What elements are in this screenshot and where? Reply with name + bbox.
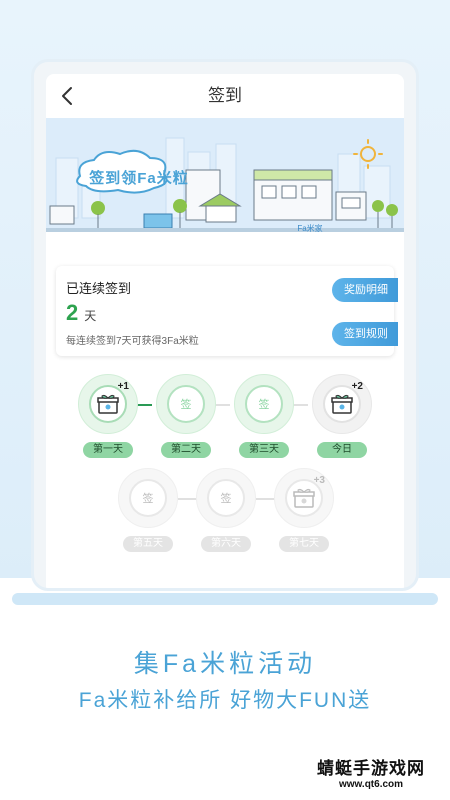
consecutive-label: 已连续签到	[66, 281, 132, 296]
app-screen: 签到 签到领Fa米粒 Fa米家 已连续签到 2 天 每连续签到7天可获得3Fa米…	[46, 74, 404, 588]
day-5-mark: 签	[129, 479, 167, 517]
promo-subheadline: Fa米粒补给所 好物大FUN送	[78, 689, 372, 712]
banner-headline: 签到领Fa米粒	[89, 169, 189, 187]
day-4-label: 今日	[317, 442, 367, 458]
day-6-badge: 签	[196, 468, 256, 528]
day-6-mark: 签	[207, 479, 245, 517]
chevron-left-icon	[62, 87, 72, 105]
reward-details-button[interactable]: 奖励明细	[332, 278, 398, 302]
day-1-bonus: +1	[117, 381, 129, 392]
days-count: 2	[66, 300, 79, 325]
days-count-row: 2 天	[66, 300, 96, 328]
day-3-badge: 签	[234, 374, 294, 434]
decorative-bar	[12, 593, 438, 605]
days-unit: 天	[84, 309, 97, 323]
day-2-label: 第二天	[161, 442, 211, 458]
gift-box-icon	[97, 394, 119, 414]
phone-frame: 签到 签到领Fa米粒 Fa米家 已连续签到 2 天 每连续签到7天可获得3Fa米…	[34, 62, 416, 588]
day-1-badge: +1	[78, 374, 138, 434]
nav-bar: 签到	[46, 74, 404, 118]
back-button[interactable]	[54, 83, 80, 109]
day-7-label: 第七天	[279, 536, 329, 552]
checkin-summary-card: 已连续签到 2 天 每连续签到7天可获得3Fa米粒 奖励明细 签到规则	[56, 266, 398, 356]
day-4-bonus: +2	[351, 381, 363, 392]
gift-box-icon	[331, 394, 353, 414]
banner-illustration: 签到领Fa米粒 Fa米家	[46, 118, 404, 250]
day-5-badge: 签	[118, 468, 178, 528]
day-1-label: 第一天	[83, 442, 133, 458]
day-3-mark: 签	[245, 385, 283, 423]
checkin-day-grid: +1 签 签 +2 第一天 第二天 第三天 今日 签 签 +3 第五天 第六天 …	[46, 374, 404, 574]
watermark-url: www.qt6.com	[338, 778, 404, 790]
page-title: 签到	[208, 86, 242, 105]
day-7-badge: +3	[274, 468, 334, 528]
reward-description: 每连续签到7天可获得3Fa米粒	[66, 336, 199, 347]
site-watermark: 蜻蜓手游戏网 www.qt6.com	[306, 759, 436, 790]
day-2-badge: 签	[156, 374, 216, 434]
day-5-label: 第五天	[123, 536, 173, 552]
shop-sign: Fa米家	[297, 224, 323, 233]
watermark-name: 蜻蜓手游戏网	[317, 759, 425, 778]
promo-headline: 集Fa米粒活动	[133, 650, 317, 678]
day-3-label: 第三天	[239, 442, 289, 458]
day-6-label: 第六天	[201, 536, 251, 552]
day-2-mark: 签	[167, 385, 205, 423]
checkin-rules-button[interactable]: 签到规则	[332, 322, 398, 346]
day-4-badge[interactable]: +2	[312, 374, 372, 434]
day-7-bonus: +3	[313, 475, 325, 486]
gift-box-icon	[293, 488, 315, 508]
